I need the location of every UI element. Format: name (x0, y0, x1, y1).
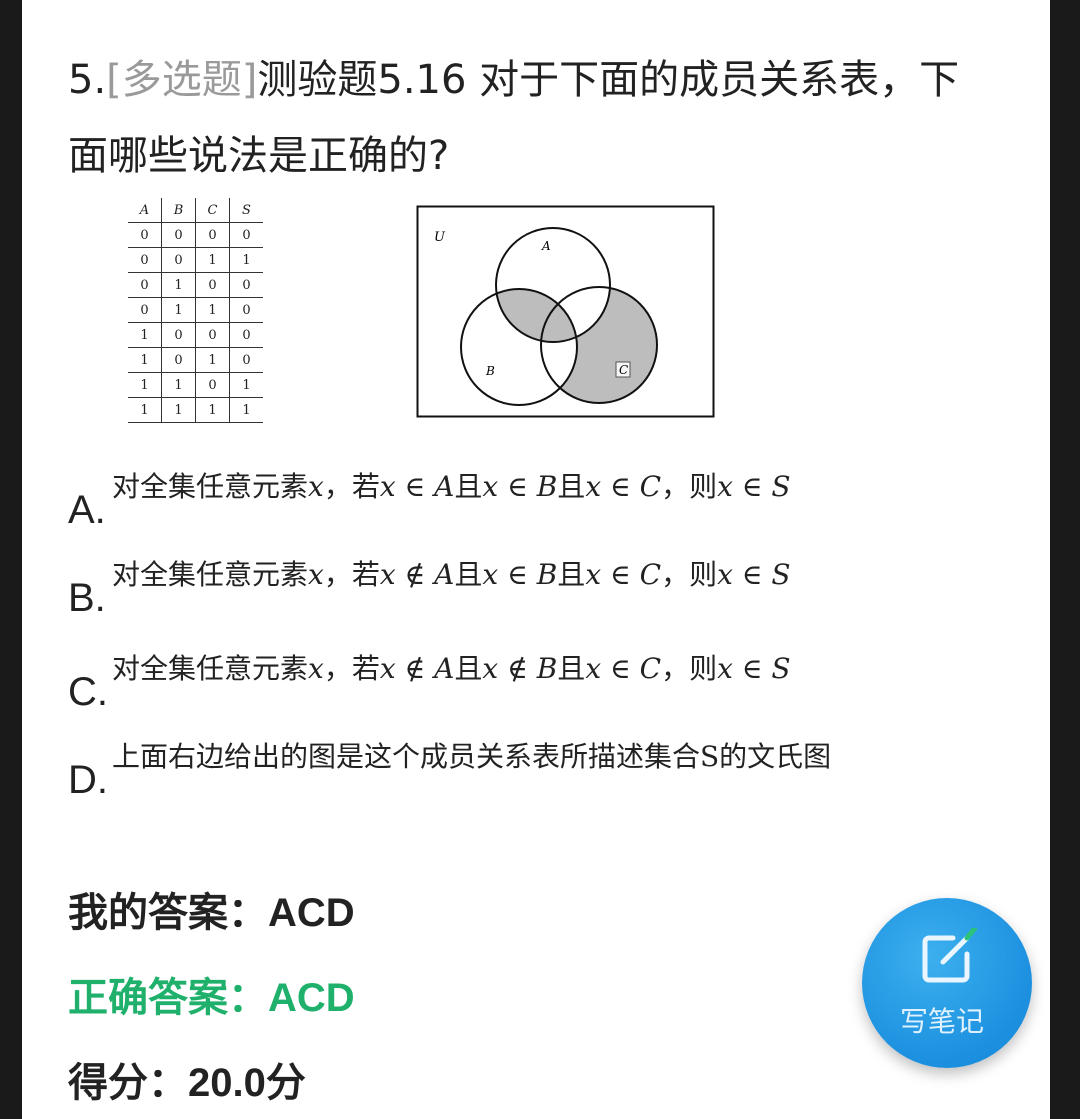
table-cell: 1 (229, 372, 263, 398)
question-title: 5.[多选题]测验题5.16 对于下面的成员关系表，下面哪些说法是正确的? (68, 42, 968, 194)
table-row: 0011 (128, 247, 263, 273)
table-cell: 0 (128, 272, 162, 298)
table-cell: 1 (161, 372, 196, 398)
table-cell: 0 (229, 222, 263, 248)
table-row: 1010 (128, 347, 263, 373)
table-cell: 0 (195, 372, 230, 398)
table-row: 0100 (128, 272, 263, 298)
question-number: 5. (68, 57, 107, 103)
option-letter: C. (68, 670, 108, 714)
table-cell: 0 (128, 247, 162, 273)
score: 得分：20.0分 (68, 1061, 306, 1105)
table-cell: 1 (128, 397, 162, 423)
table-cell: 1 (195, 297, 230, 323)
table-cell: 1 (161, 272, 196, 298)
table-cell: 0 (229, 272, 263, 298)
table-header: B (161, 198, 196, 223)
option-letter: B. (68, 576, 106, 620)
table-cell: 1 (195, 247, 230, 273)
table-header-row: A B C S (128, 198, 263, 223)
option-text: 上面右边给出的图是这个成员关系表所描述集合S的文氏图 (112, 740, 832, 773)
table-cell: 0 (161, 222, 196, 248)
membership-table: A B C S 0000 0011 0100 0110 1000 1010 11… (128, 198, 263, 423)
option-letter: A. (68, 488, 106, 532)
table-cell: 1 (161, 397, 196, 423)
table-cell: 1 (128, 347, 162, 373)
table-cell: 1 (128, 372, 162, 398)
edit-note-icon (922, 928, 977, 983)
set-a-label: A (541, 239, 551, 253)
table-cell: 0 (128, 297, 162, 323)
table-cell: 1 (161, 297, 196, 323)
question-type-tag: [多选题] (106, 57, 258, 103)
option-a[interactable]: A. 对全集任意元素x，若x ∈ A且x ∈ B且x ∈ C，则x ∈ S (68, 470, 968, 530)
table-header: S (229, 198, 263, 223)
option-text: 对全集任意元素x，若x ∈ A且x ∈ B且x ∈ C，则x ∈ S (112, 470, 791, 503)
write-note-label: 写笔记 (899, 1005, 984, 1038)
table-cell: 0 (128, 222, 162, 248)
table-row: 1111 (128, 397, 263, 423)
table-cell: 0 (161, 247, 196, 273)
left-screen-edge (0, 0, 22, 1119)
table-header: C (195, 198, 230, 223)
table-cell: 1 (195, 347, 230, 373)
set-b-label: B (485, 364, 495, 378)
option-text: 对全集任意元素x，若x ∉ A且x ∉ B且x ∈ C，则x ∈ S (112, 652, 791, 685)
venn-diagram: U A B C (416, 205, 715, 418)
option-c[interactable]: C. 对全集任意元素x，若x ∉ A且x ∉ B且x ∈ C，则x ∈ S (68, 652, 968, 712)
table-cell: 0 (229, 347, 263, 373)
table-cell: 1 (229, 247, 263, 273)
option-d[interactable]: D. 上面右边给出的图是这个成员关系表所描述集合S的文氏图 (68, 740, 968, 800)
table-row: 1000 (128, 322, 263, 348)
option-text: 对全集任意元素x，若x ∉ A且x ∈ B且x ∈ C，则x ∈ S (112, 558, 791, 591)
right-screen-edge (1050, 0, 1080, 1119)
table-cell: 0 (161, 347, 196, 373)
table-cell: 0 (195, 322, 230, 348)
correct-answer: 正确答案：ACD (68, 976, 355, 1020)
universe-label: U (434, 230, 446, 245)
table-row: 0110 (128, 297, 263, 323)
my-answer: 我的答案：ACD (68, 891, 355, 935)
table-cell: 1 (128, 322, 162, 348)
table-header: A (128, 198, 162, 223)
table-row: 0000 (128, 222, 263, 248)
table-cell: 1 (229, 397, 263, 423)
table-cell: 0 (229, 322, 263, 348)
option-b[interactable]: B. 对全集任意元素x，若x ∉ A且x ∈ B且x ∈ C，则x ∈ S (68, 558, 968, 618)
table-row: 1101 (128, 372, 263, 398)
option-letter: D. (68, 758, 108, 802)
table-cell: 0 (195, 272, 230, 298)
table-cell: 0 (229, 297, 263, 323)
write-note-button[interactable]: 写笔记 (862, 898, 1032, 1068)
table-cell: 0 (161, 322, 196, 348)
table-cell: 1 (195, 397, 230, 423)
set-c-label: C (619, 363, 628, 377)
table-cell: 0 (195, 222, 230, 248)
